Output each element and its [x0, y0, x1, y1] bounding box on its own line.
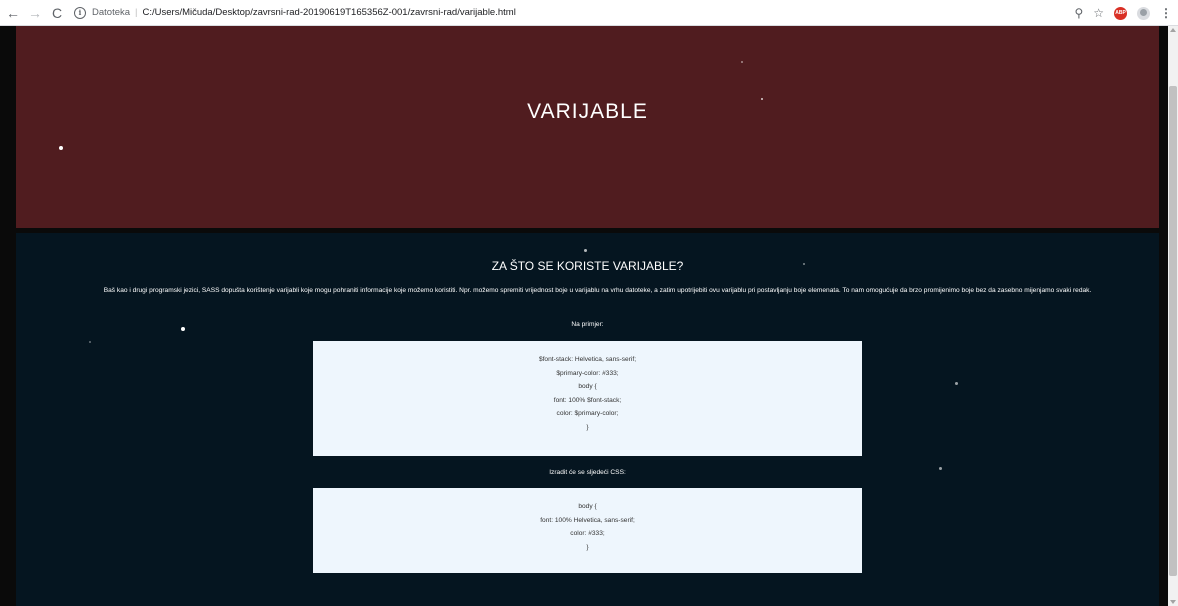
address-bar[interactable]: i Datoteka | C:/Users/Mičuda/Desktop/zav… — [74, 3, 516, 23]
code-line: body { — [578, 503, 597, 510]
scrollbar-thumb[interactable] — [1169, 86, 1177, 576]
code-line: color: $primary-color; — [556, 410, 619, 417]
star-particle — [741, 61, 743, 63]
code-line: $primary-color: #333; — [556, 369, 619, 377]
code-line: font: 100% Helvetica, sans-serif; — [540, 516, 635, 524]
css-output-block: body { font: 100% Helvetica, sans-serif;… — [313, 488, 862, 573]
vertical-scrollbar[interactable] — [1168, 26, 1178, 606]
scss-code-block: $font-stack: Helvetica, sans-serif; $pri… — [313, 341, 862, 456]
example-label: Na primjer: — [571, 321, 604, 328]
address-separator: | — [135, 7, 138, 18]
back-arrow-icon[interactable]: ← — [4, 3, 22, 23]
profile-avatar-icon[interactable] — [1137, 6, 1150, 20]
toolbar-actions: ⚲ ☆ ABP ⋮ — [1074, 0, 1172, 26]
reload-icon[interactable]: C — [48, 3, 66, 23]
star-particle — [803, 263, 805, 265]
output-label: Izradit će se sljedeći CSS: — [549, 469, 626, 476]
security-label: Datoteka — [92, 7, 131, 18]
scroll-up-arrow-icon[interactable] — [1170, 28, 1176, 32]
info-icon[interactable]: i — [74, 6, 86, 19]
star-particle — [89, 341, 91, 343]
page-viewport: VARIJABLE ZA ŠTO SE KORISTE VARIJABLE? B… — [0, 26, 1168, 606]
zoom-icon[interactable]: ⚲ — [1074, 6, 1083, 20]
star-particle — [584, 249, 587, 252]
adblock-extension-icon[interactable]: ABP — [1114, 6, 1127, 20]
code-line: font: 100% $font-stack; — [553, 396, 622, 404]
browser-toolbar: ← → C i Datoteka | C:/Users/Mičuda/Deskt… — [0, 0, 1178, 26]
star-particle — [181, 327, 185, 331]
code-line: } — [586, 423, 589, 431]
section-heading: ZA ŠTO SE KORISTE VARIJABLE? — [491, 259, 684, 273]
code-line: body { — [578, 383, 597, 390]
star-particle — [761, 98, 763, 100]
hero-section: VARIJABLE — [16, 26, 1159, 228]
url-text[interactable]: C:/Users/Mičuda/Desktop/zavrsni-rad-2019… — [143, 7, 516, 18]
intro-paragraph: Baš kao i drugi programski jezici, SASS … — [103, 287, 1092, 294]
page-title: VARIJABLE — [527, 100, 648, 123]
star-particle — [939, 467, 942, 470]
scroll-down-arrow-icon[interactable] — [1170, 600, 1176, 604]
code-line: } — [586, 543, 589, 551]
code-line: color: #333; — [570, 530, 605, 537]
content-section: ZA ŠTO SE KORISTE VARIJABLE? Baš kao i d… — [16, 233, 1159, 606]
code-line: $font-stack: Helvetica, sans-serif; — [538, 356, 637, 363]
menu-kebab-icon[interactable]: ⋮ — [1160, 6, 1172, 20]
bookmark-star-icon[interactable]: ☆ — [1093, 6, 1104, 20]
forward-arrow-icon[interactable]: → — [26, 3, 44, 23]
star-particle — [59, 146, 63, 150]
star-particle — [955, 382, 958, 385]
